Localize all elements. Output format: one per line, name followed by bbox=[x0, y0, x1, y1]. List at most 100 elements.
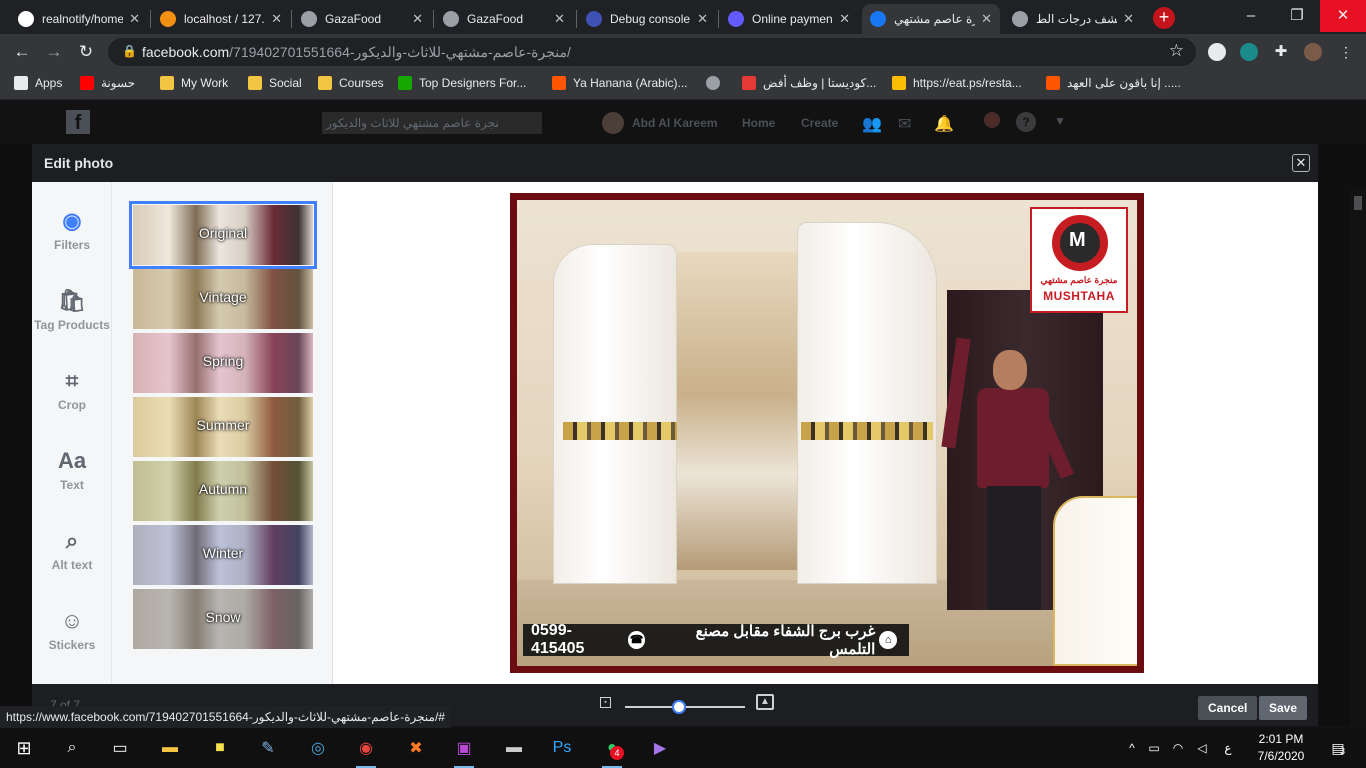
bookmark-item[interactable]: Apps bbox=[14, 76, 62, 90]
bookmark-item[interactable]: My Work bbox=[160, 76, 228, 90]
tool-crop[interactable]: ⌗ Crop bbox=[32, 366, 112, 414]
minimize-button[interactable]: – bbox=[1228, 0, 1274, 32]
whatsapp-icon[interactable]: ●4 bbox=[596, 732, 628, 768]
bookmark-favicon-icon bbox=[892, 76, 906, 90]
app-icon[interactable]: ◎ bbox=[302, 732, 334, 764]
bookmark-label: كوديستا | وظف أفض... bbox=[763, 76, 877, 90]
filter-summer[interactable]: Summer bbox=[133, 397, 313, 457]
bookmark-item[interactable]: Top Designers For... bbox=[398, 76, 526, 90]
bookmark-item[interactable]: إنا باقون على العهد ..... bbox=[1046, 76, 1181, 90]
phpstorm-icon[interactable]: ▣ bbox=[448, 732, 480, 768]
tab-close-icon[interactable]: ✕ bbox=[1123, 11, 1134, 27]
maximize-button[interactable]: ❐ bbox=[1274, 0, 1320, 32]
quick-help-icon[interactable] bbox=[984, 112, 1000, 128]
tab-5[interactable]: Debug console ✕ bbox=[578, 4, 716, 34]
tool-text[interactable]: Aa Text bbox=[32, 446, 112, 494]
bookmark-item[interactable]: كوديستا | وظف أفض... bbox=[742, 76, 876, 90]
filter-vintage[interactable]: Vintage bbox=[133, 269, 313, 329]
tool-tag-products[interactable]: 🛍 Tag Products bbox=[32, 286, 112, 334]
chevron-down-icon[interactable]: ▼ bbox=[1054, 114, 1066, 128]
tab-close-icon[interactable]: ✕ bbox=[554, 11, 565, 27]
tab-2[interactable]: localhost / 127.0 ✕ bbox=[152, 4, 290, 34]
bookmark-favicon-icon bbox=[318, 76, 332, 90]
tab-close-icon[interactable]: ✕ bbox=[271, 11, 282, 27]
zoom-in-image-icon[interactable]: ▲ bbox=[756, 694, 774, 710]
puzzle-icon[interactable]: ✚ bbox=[1272, 43, 1290, 61]
tool-stickers[interactable]: ☺ Stickers bbox=[32, 606, 112, 654]
visual-studio-icon[interactable]: ▶ bbox=[644, 732, 676, 764]
save-button[interactable]: Save bbox=[1259, 696, 1308, 720]
search-icon[interactable] bbox=[498, 112, 542, 134]
profile-avatar[interactable] bbox=[1304, 43, 1322, 61]
terminal-icon[interactable]: ▬ bbox=[498, 732, 530, 764]
notifications-icon[interactable]: 🔔 bbox=[934, 114, 954, 134]
bookmark-item[interactable]: https://eat.ps/resta... bbox=[892, 76, 1022, 90]
tab-3[interactable]: GazaFood ✕ bbox=[293, 4, 431, 34]
windows-start-icon[interactable]: ⊞ bbox=[8, 732, 40, 764]
tab-7[interactable]: منجرة عاصم مشتهي ✕ bbox=[862, 4, 1000, 34]
file-explorer-icon[interactable]: ▬ bbox=[154, 732, 186, 764]
bookmark-item[interactable]: Courses bbox=[318, 76, 384, 90]
create-link[interactable]: Create bbox=[801, 116, 838, 130]
system-clock[interactable]: 2:01 PM 7/6/2020 bbox=[1252, 731, 1310, 765]
window-close-button[interactable]: ✕ bbox=[1320, 0, 1366, 32]
bookmarks-bar: Apps حسونة My Work Social Courses Top Designe… bbox=[0, 70, 1366, 100]
help-icon[interactable]: ? bbox=[1016, 112, 1036, 132]
tab-title: Online payments bbox=[752, 12, 834, 26]
bookmark-star-icon[interactable]: ☆ bbox=[1169, 41, 1184, 61]
filter-original[interactable]: Original bbox=[129, 201, 317, 269]
zoom-slider-handle[interactable] bbox=[672, 700, 686, 714]
tab-close-icon[interactable]: ✕ bbox=[412, 11, 423, 27]
search-icon[interactable]: ⌕ bbox=[56, 732, 88, 764]
bookmark-item[interactable]: حسونة bbox=[80, 76, 135, 90]
messenger-icon[interactable]: ✉ bbox=[898, 114, 911, 134]
filter-autumn[interactable]: Autumn bbox=[133, 461, 313, 521]
globe-icon bbox=[443, 11, 459, 27]
tab-close-icon[interactable]: ✕ bbox=[697, 11, 708, 27]
back-arrow-icon[interactable]: ← bbox=[10, 40, 34, 64]
address-bar[interactable]: 🔒 facebook.com/719402701551664-منجرة-عاص… bbox=[108, 38, 1196, 66]
photoshop-icon[interactable]: Ps bbox=[546, 732, 578, 764]
profile-name-link[interactable]: Abd Al Kareem bbox=[632, 116, 718, 130]
zoom-out-image-icon[interactable]: ▪ bbox=[600, 697, 611, 708]
tab-1[interactable]: realnotify/home ✕ bbox=[10, 4, 148, 34]
tab-close-icon[interactable]: ✕ bbox=[839, 11, 850, 27]
page-scrollbar[interactable] bbox=[1350, 188, 1366, 726]
extension-icon[interactable] bbox=[1208, 43, 1226, 61]
forward-arrow-icon[interactable]: → bbox=[42, 40, 66, 64]
facebook-search-input[interactable]: منجرة عاصم مشتهي للاثاث والديكور bbox=[322, 112, 498, 134]
close-icon[interactable]: ✕ bbox=[1292, 154, 1310, 172]
new-tab-button[interactable]: + bbox=[1153, 7, 1175, 29]
photo-dresser bbox=[1053, 496, 1137, 666]
bookmark-favicon-icon bbox=[742, 76, 756, 90]
tool-filters[interactable]: ◉ Filters bbox=[32, 206, 112, 254]
language-indicator[interactable]: ع bbox=[1212, 732, 1244, 764]
menu-dots-icon[interactable]: ⋮ bbox=[1334, 40, 1358, 64]
friends-icon[interactable]: 👥 bbox=[862, 114, 882, 134]
filter-snow[interactable]: Snow bbox=[133, 589, 313, 649]
filter-winter[interactable]: Winter bbox=[133, 525, 313, 585]
facebook-logo-icon[interactable]: f bbox=[66, 110, 90, 134]
zoom-slider[interactable] bbox=[625, 700, 745, 714]
bookmark-item[interactable]: Ya Hanana (Arabic)... bbox=[552, 76, 688, 90]
tab-close-icon[interactable]: ✕ bbox=[129, 11, 140, 27]
filter-spring[interactable]: Spring bbox=[133, 333, 313, 393]
bookmark-item[interactable]: Social bbox=[248, 76, 302, 90]
tab-8[interactable]: كشف درجات الط ✕ bbox=[1004, 4, 1142, 34]
home-link[interactable]: Home bbox=[742, 116, 775, 130]
avatar[interactable] bbox=[602, 112, 624, 134]
tab-6[interactable]: Online payments ✕ bbox=[720, 4, 858, 34]
cancel-button[interactable]: Cancel bbox=[1198, 696, 1258, 720]
reload-icon[interactable]: ↻ bbox=[74, 40, 98, 64]
tab-close-icon[interactable]: ✕ bbox=[981, 11, 992, 27]
tab-4[interactable]: GazaFood ✕ bbox=[435, 4, 573, 34]
bookmark-item[interactable] bbox=[706, 76, 727, 90]
xampp-icon[interactable]: ✖ bbox=[400, 732, 432, 764]
tool-alt-text[interactable]: ⌕ Alt text bbox=[32, 526, 112, 574]
extension-icon[interactable] bbox=[1240, 43, 1258, 61]
paint-icon[interactable]: ✎ bbox=[252, 732, 284, 764]
chrome-icon[interactable]: ◉ bbox=[350, 732, 382, 768]
task-view-icon[interactable]: ▭ bbox=[104, 732, 136, 764]
notification-center-icon[interactable]: ▤ 3 bbox=[1322, 732, 1354, 764]
sticky-notes-icon[interactable]: ■ bbox=[204, 732, 236, 764]
